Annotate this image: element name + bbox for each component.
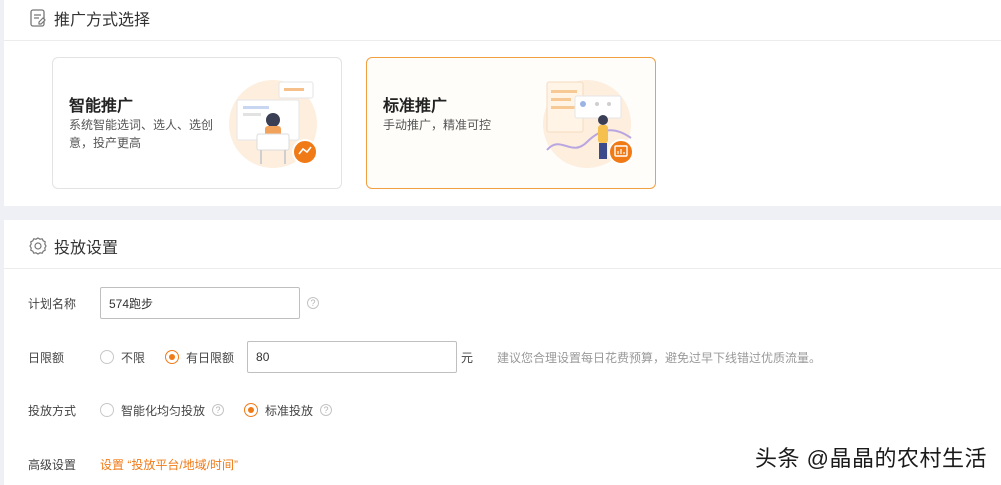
promo-section-header: 推广方式选择: [28, 6, 150, 30]
radio-daily-limit-label: 有日限额: [186, 350, 235, 365]
radio-unlimited-circle[interactable]: [100, 350, 114, 364]
standard-promo-illustration: [541, 78, 637, 170]
radio-daily-limit-circle[interactable]: [165, 350, 180, 364]
radio-smart-even-label: 智能化均匀投放: [121, 403, 206, 418]
radio-standard-label: 标准投放: [265, 403, 314, 418]
daily-limit-label: 日限额: [28, 350, 65, 365]
currency-unit: 元: [461, 350, 474, 365]
smart-promo-title: 智能推广: [69, 98, 134, 115]
radio-unlimited-label: 不限: [121, 350, 146, 365]
divider: [4, 40, 1001, 41]
settings-section-header: 投放设置: [28, 234, 118, 258]
smart-promo-card[interactable]: 智能推广 系统智能选词、选人、选创意，投产更高: [52, 57, 342, 189]
edit-doc-icon: [28, 8, 48, 28]
help-icon[interactable]: ?: [307, 297, 319, 309]
radio-smart-even-circle[interactable]: [100, 403, 114, 417]
radio-standard[interactable]: 标准投放 ?: [244, 402, 333, 419]
standard-promo-card[interactable]: 标准推广 手动推广，精准可控: [366, 57, 656, 189]
promo-method-panel: 推广方式选择 智能推广 系统智能选词、选人、选创意，投产更高 标准推广 手动推广…: [4, 0, 1001, 206]
plan-name-label: 计划名称: [28, 296, 77, 311]
budget-hint: 建议您合理设置每日花费预算，避免过早下线错过优质流量。: [497, 350, 822, 365]
plan-name-input[interactable]: 574跑步: [100, 287, 300, 319]
standard-promo-title: 标准推广: [383, 98, 448, 115]
advanced-settings-link[interactable]: 设置 “投放平台/地域/时间”: [100, 456, 238, 473]
standard-promo-desc: 手动推广，精准可控: [383, 118, 492, 132]
radio-standard-circle[interactable]: [244, 403, 259, 417]
radio-unlimited[interactable]: 不限: [100, 349, 145, 366]
smart-promo-illustration: [227, 78, 323, 170]
delivery-method-label: 投放方式: [28, 403, 77, 418]
daily-limit-row: 日限额 不限 有日限额 80 元 建议您合理设置每日花费预算，避免过早下线错过优…: [28, 341, 1001, 373]
smart-promo-desc: 系统智能选词、选人、选创意，投产更高: [69, 118, 214, 150]
plan-name-row: 计划名称 574跑步 ?: [28, 287, 1001, 319]
advanced-label: 高级设置: [28, 457, 77, 472]
daily-budget-input[interactable]: 80: [247, 341, 458, 373]
help-icon[interactable]: ?: [320, 404, 333, 416]
divider: [4, 268, 1001, 269]
delivery-method-row: 投放方式 智能化均匀投放 ? 标准投放 ?: [28, 395, 1001, 425]
promo-section-title: 推广方式选择: [54, 12, 151, 29]
help-icon[interactable]: ?: [212, 404, 225, 416]
watermark: 头条 @晶晶的农村生活: [755, 446, 987, 471]
radio-smart-even[interactable]: 智能化均匀投放 ?: [100, 402, 225, 419]
settings-section-title: 投放设置: [54, 240, 119, 257]
radio-daily-limit[interactable]: 有日限额: [165, 349, 234, 366]
gear-icon: [28, 236, 48, 256]
